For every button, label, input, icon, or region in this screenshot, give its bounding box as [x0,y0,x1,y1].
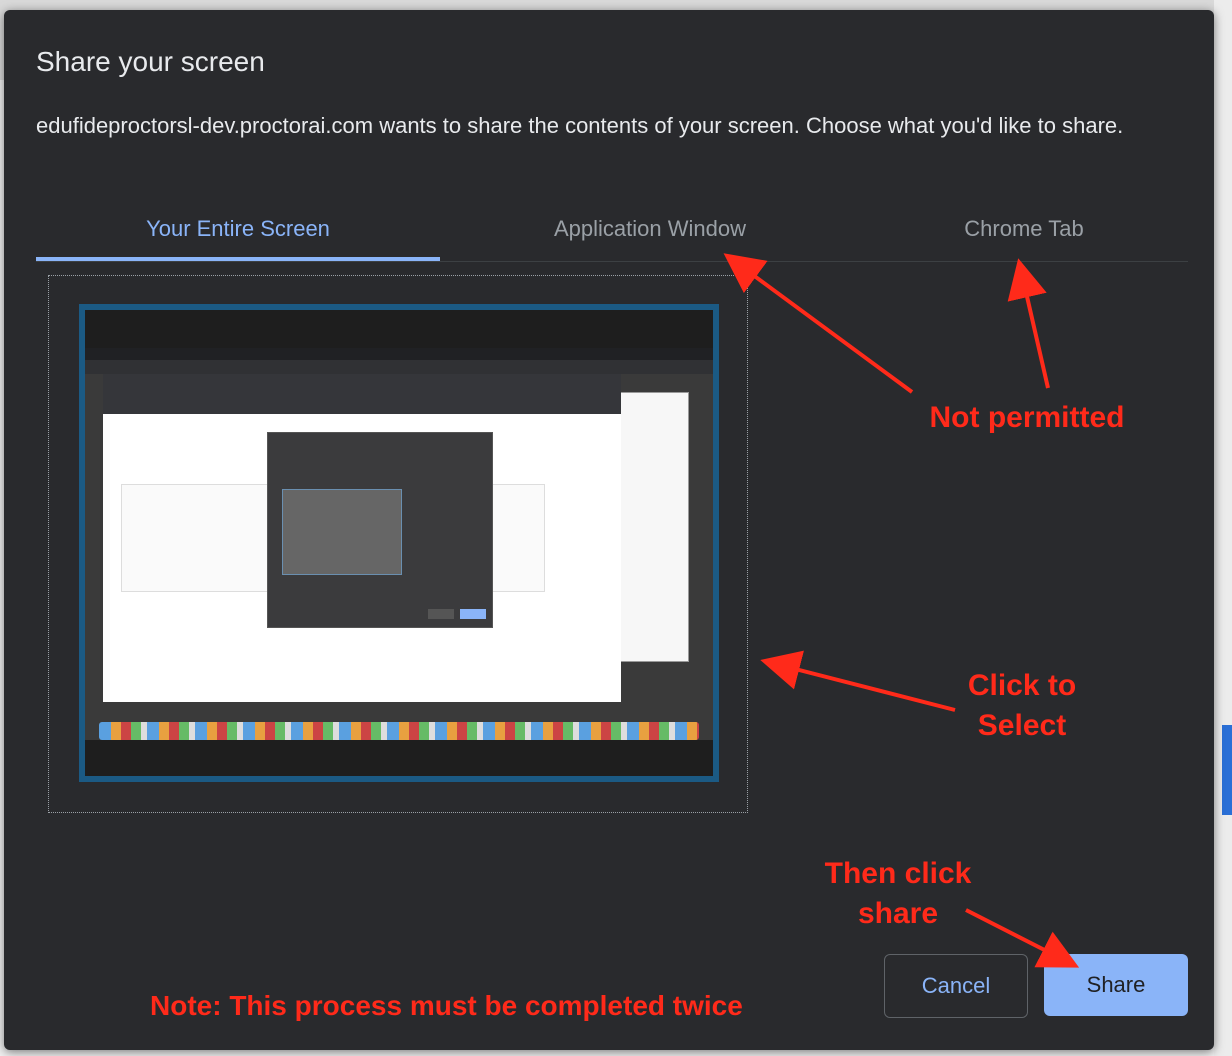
annotation-then-click-share: Then click share [800,854,996,934]
share-source-tabs: Your Entire Screen Application Window Ch… [36,205,1188,262]
tab-entire-screen[interactable]: Your Entire Screen [36,205,440,261]
cancel-button[interactable]: Cancel [884,954,1028,1018]
annotation-click-to-select-line1: Click to [967,669,1077,702]
thumbnail-cancel-button [428,609,454,619]
screen-thumbnail[interactable] [79,304,719,782]
thumbnail-browser-chrome [103,374,621,414]
entire-screen-source-tile[interactable] [48,275,748,813]
background-blue-element [1222,725,1232,815]
thumbnail-browser-window [103,374,621,702]
thumbnail-browser-tabs [85,360,713,374]
dialog-description: edufideproctorsl-dev.proctorai.com wants… [36,113,1124,138]
share-button[interactable]: Share [1044,954,1188,1016]
thumbnail-nested-screen [282,489,402,575]
annotation-click-to-select-line2: Select [977,709,1067,742]
annotation-not-permitted: Not permitted [929,401,1125,434]
annotation-note: Note: This process must be completed twi… [150,990,743,1021]
tab-chrome-tab[interactable]: Chrome Tab [860,205,1188,259]
thumbnail-share-dialog [267,432,493,628]
thumbnail-share-button [460,609,486,619]
screen-thumbnail-content [85,348,713,740]
annotation-click-to-select: Click to Select [952,666,1092,746]
thumbnail-dock [99,722,699,740]
annotation-then-click-line1: Then click [824,857,972,890]
thumbnail-menubar [85,348,713,360]
background-page-edge [1214,0,1232,1056]
share-screen-dialog: Share your screen edufideproctorsl-dev.p… [4,10,1214,1050]
tab-application-window[interactable]: Application Window [440,205,860,259]
annotation-then-click-line2: share [857,897,939,930]
dialog-title: Share your screen [36,46,265,77]
